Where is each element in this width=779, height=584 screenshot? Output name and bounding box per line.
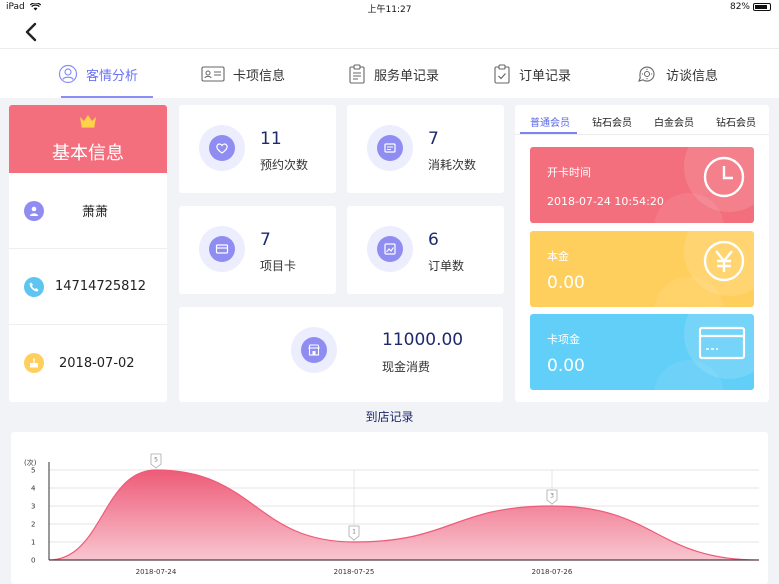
interview-icon: [638, 66, 655, 82]
stat-consumptions: 7 消耗次数: [347, 105, 504, 193]
id-card-icon: [201, 66, 225, 82]
visit-area-series: [48, 469, 760, 561]
customer-phone-row: 14714725812: [9, 249, 167, 325]
stat-item-cards: 7 项目卡: [179, 206, 336, 294]
clock-icon: [703, 156, 745, 198]
chevron-left-icon: [25, 22, 37, 42]
appointments-count: 11: [260, 129, 282, 149]
principal-value: 0.00: [547, 273, 585, 293]
credit-card-icon: [698, 326, 746, 360]
battery-percent: 82%: [729, 2, 750, 12]
basic-info-title: 基本信息: [52, 143, 124, 164]
customer-phone: 14714725812: [55, 279, 146, 294]
principal-label: 本金: [547, 250, 569, 263]
tab-label: 服务单记录: [374, 68, 440, 84]
stat-orders: 6 订单数: [347, 206, 504, 294]
open-time-card: 开卡时间 2018-07-24 10:54:20: [530, 147, 754, 223]
stat-appointments: 11 预约次数: [179, 105, 336, 193]
card-fund-card: 卡项金 0.00: [530, 314, 754, 390]
item-cards-label: 项目卡: [260, 259, 297, 273]
consumptions-label: 消耗次数: [428, 158, 477, 172]
y-tick-label: 5: [31, 467, 35, 475]
data-label: 5: [150, 453, 162, 469]
visit-chart-card: (次) 012345 2018-07-24 2018-07-25 2018-07-2…: [11, 432, 768, 584]
tab-platinum-member[interactable]: 白金会员: [654, 114, 694, 129]
card-fund-label: 卡项金: [547, 333, 580, 346]
tab-diamond-member[interactable]: 钻石会员: [592, 114, 632, 129]
basic-info-header: 基本信息: [9, 105, 167, 173]
x-tick-label: 2018-07-26: [532, 568, 573, 576]
y-tick-label: 3: [31, 503, 35, 511]
tab-label: 访谈信息: [666, 68, 719, 84]
shop-icon: [291, 327, 337, 373]
basic-info-card: 基本信息 萧萧 14714725812 2018-07-02: [9, 105, 167, 402]
customer-name: 萧萧: [82, 205, 109, 220]
tab-customer-analysis[interactable]: 客情分析: [58, 49, 138, 99]
customer-birthday-row: 2018-07-02: [9, 325, 167, 401]
open-time-value: 2018-07-24 10:54:20: [547, 195, 664, 208]
appointments-label: 预约次数: [260, 158, 309, 172]
tab-card-info[interactable]: 卡项信息: [201, 49, 285, 99]
tab-service-records[interactable]: 服务单记录: [348, 49, 439, 99]
open-time-label: 开卡时间: [547, 166, 591, 179]
y-tick-label: 1: [31, 539, 35, 547]
principal-card: 本金 0.00: [530, 231, 754, 307]
battery-icon: [753, 3, 771, 11]
visit-chart: (次) 012345 2018-07-24 2018-07-25 2018-07-2…: [24, 453, 760, 576]
y-tick-label: 2: [31, 521, 35, 529]
customer-birthday: 2018-07-02: [59, 355, 135, 371]
tab-regular-member[interactable]: 普通会员: [530, 114, 570, 129]
cash-label: 现金消费: [382, 360, 431, 374]
cash-amount: 11000.00: [382, 330, 464, 350]
yuan-icon: [703, 240, 745, 282]
user-icon: [58, 64, 78, 84]
tab-diamond-member-2[interactable]: 钻石会员: [716, 114, 756, 129]
orders-label: 订单数: [428, 259, 465, 273]
y-tick-label: 4: [31, 485, 36, 493]
consumptions-count: 7: [428, 129, 439, 149]
membership-tab-indicator: [520, 132, 577, 134]
order-check-icon: [494, 64, 510, 84]
navigation-bar: [0, 16, 779, 48]
tab-label: 卡项信息: [233, 68, 286, 84]
card-icon: [199, 226, 245, 272]
membership-tabs: 普通会员 钻石会员 白金会员 钻石会员: [515, 105, 769, 135]
person-icon: [24, 200, 44, 221]
clipboard-icon: [349, 64, 365, 84]
card-fund-value: 0.00: [547, 356, 585, 376]
back-button[interactable]: [20, 20, 42, 44]
tab-label: 订单记录: [519, 68, 572, 84]
main-tabs: 客情分析 卡项信息 服务单记录 订单记录 访谈信息: [0, 48, 779, 98]
battery-status: 82%: [730, 2, 771, 12]
x-tick-label: 2018-07-24: [136, 568, 177, 576]
visit-records-title: 到店记录: [365, 410, 414, 424]
orders-count: 6: [428, 230, 439, 250]
status-time: 上午11:27: [367, 5, 412, 15]
svg-text:1: 1: [352, 529, 356, 536]
cake-icon: [24, 353, 44, 373]
consumption-icon: [367, 125, 413, 171]
tab-interview-info[interactable]: 访谈信息: [636, 49, 718, 99]
tab-label: 客情分析: [86, 68, 139, 84]
x-tick-label: 2018-07-25: [334, 568, 375, 576]
appointment-icon: [199, 125, 245, 171]
svg-text:3: 3: [550, 493, 554, 500]
membership-panel: 普通会员 钻石会员 白金会员 钻石会员 开卡时间 2018-07-24 10:5…: [515, 105, 769, 402]
phone-icon: [24, 276, 44, 297]
data-label: 3: [546, 489, 558, 505]
customer-name-row: 萧萧: [9, 173, 167, 249]
y-tick-label: 0: [31, 557, 35, 565]
item-cards-count: 7: [260, 230, 271, 250]
order-image-icon: [367, 226, 413, 272]
data-label: 1: [348, 525, 360, 541]
status-bar: iPad 上午11:27 82%: [0, 0, 779, 16]
crown-icon: [80, 115, 96, 128]
stat-cash: 11000.00 现金消费: [179, 307, 503, 402]
active-tab-indicator: [61, 96, 153, 98]
tab-order-records[interactable]: 订单记录: [493, 49, 571, 99]
svg-text:5: 5: [154, 457, 158, 464]
